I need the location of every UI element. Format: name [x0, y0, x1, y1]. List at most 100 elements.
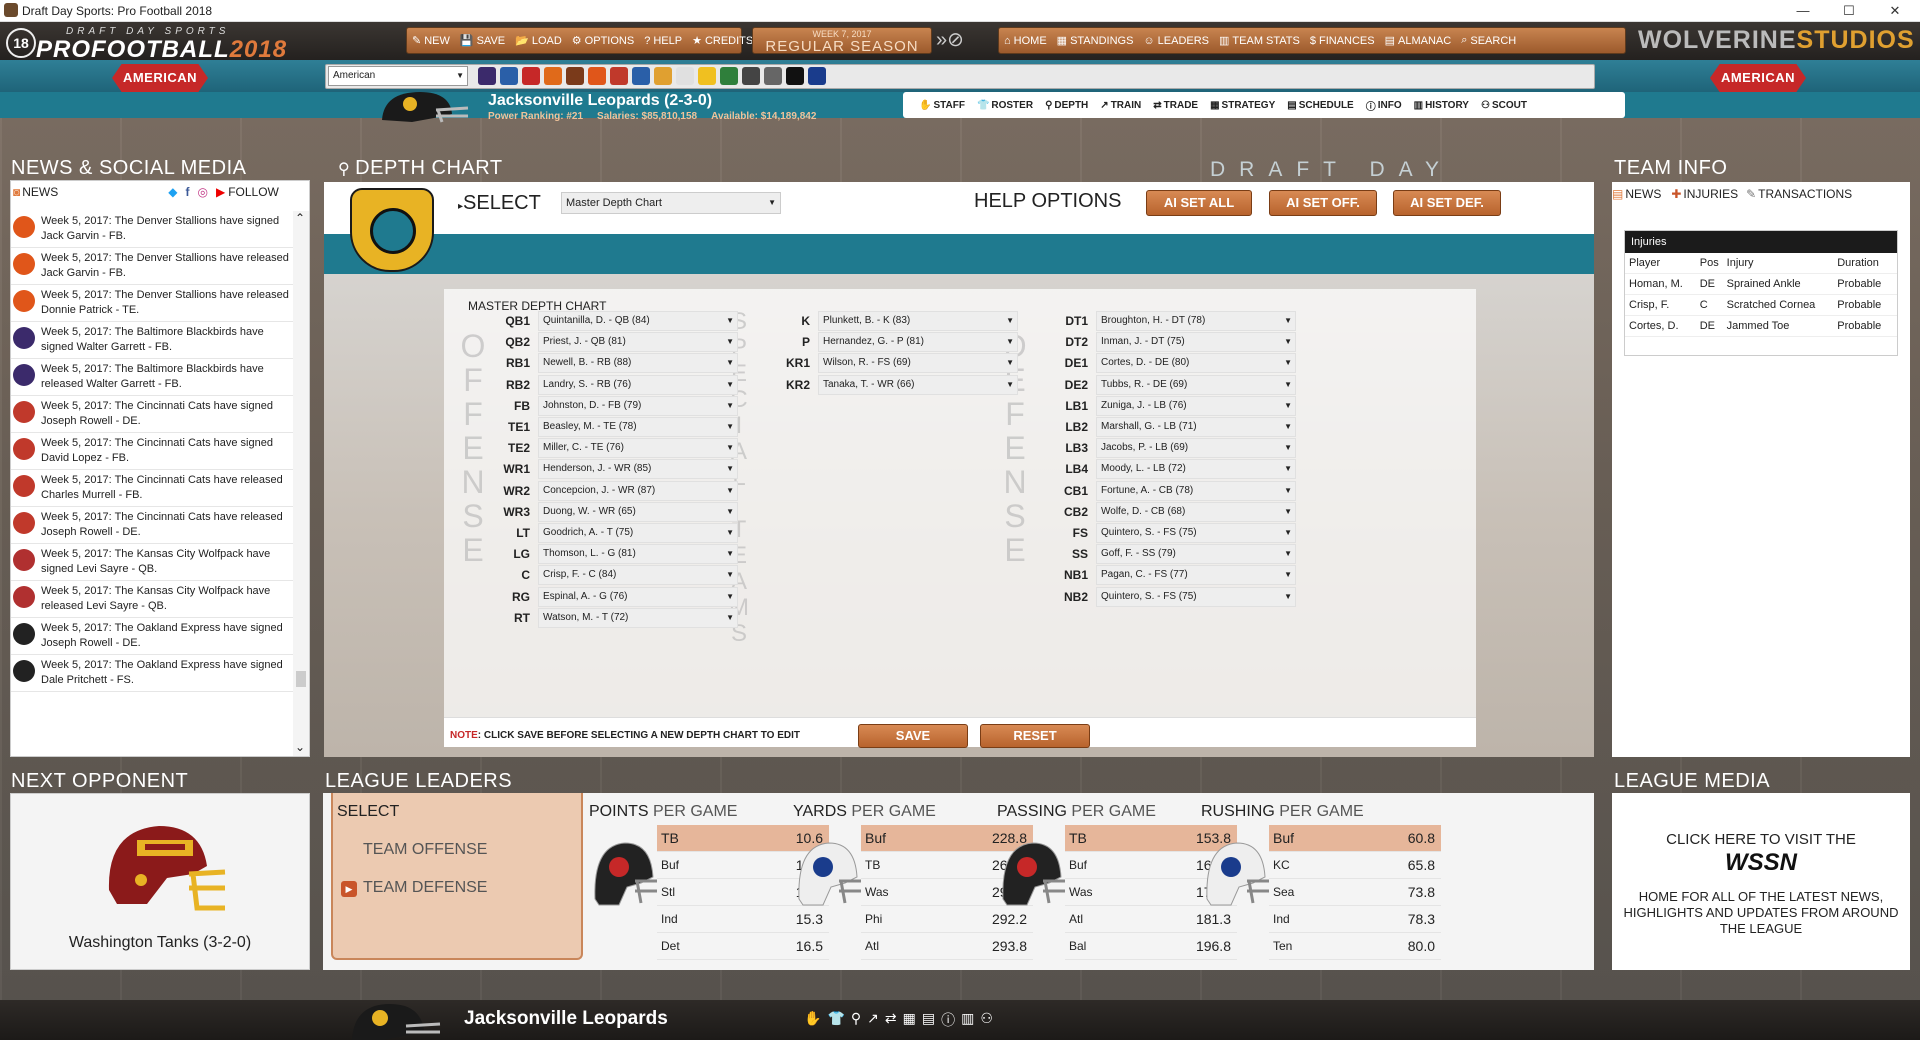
chevron-down-icon[interactable]: ▼ — [1284, 482, 1292, 500]
team-defense-option[interactable]: TEAM DEFENSE — [363, 879, 487, 897]
bottom-nav-trade-icon[interactable]: ⇄ — [885, 1010, 897, 1030]
player-select[interactable]: Watson, M. - T (72) ▼ — [538, 607, 738, 628]
chevron-down-icon[interactable]: ▼ — [1006, 376, 1014, 394]
player-select[interactable]: Cortes, D. - DE (80) ▼ — [1096, 353, 1296, 374]
news-item[interactable]: Week 5, 2017: The Cincinnati Cats have s… — [11, 433, 293, 470]
player-select[interactable]: Espinal, A. - G (76) ▼ — [538, 586, 738, 607]
league-media-panel[interactable]: CLICK HERE TO VISIT THE WSSN HOME FOR AL… — [1612, 793, 1910, 970]
player-select[interactable]: Marshall, G. - LB (71) ▼ — [1096, 417, 1296, 437]
news-item[interactable]: Week 5, 2017: The Denver Stallions have … — [11, 285, 293, 322]
ai-set-offense-button[interactable]: AI SET OFF. — [1269, 190, 1377, 216]
player-select[interactable]: Fortune, A. - CB (78) ▼ — [1096, 480, 1296, 501]
leader-row[interactable]: Buf 60.8 — [1269, 825, 1441, 852]
player-select[interactable]: Thomson, L. - G (81) ▼ — [538, 544, 738, 565]
facebook-icon[interactable]: f — [185, 185, 189, 199]
nav-finances-button[interactable]: $ FINANCES — [1305, 35, 1380, 47]
team-logo-icon[interactable] — [764, 67, 782, 85]
chevron-down-icon[interactable]: ▼ — [1284, 354, 1292, 372]
bottom-nav-depth-icon[interactable]: ⚲ — [851, 1010, 861, 1030]
chevron-down-icon[interactable]: ▼ — [1284, 397, 1292, 415]
team-logo-icon[interactable] — [808, 67, 826, 85]
chevron-down-icon[interactable]: ▼ — [726, 482, 734, 500]
leader-row[interactable]: Sea 73.8 — [1269, 879, 1441, 906]
chevron-down-icon[interactable]: ▼ — [1284, 312, 1292, 330]
menu-load-button[interactable]: 📂 LOAD — [510, 34, 567, 48]
menu-options-button[interactable]: ⚙ OPTIONS — [567, 34, 639, 48]
team-logo-icon[interactable] — [588, 67, 606, 85]
chevron-down-icon[interactable]: ▼ — [1284, 439, 1292, 457]
chevron-down-icon[interactable]: ▼ — [1284, 376, 1292, 394]
chevron-down-icon[interactable]: ▼ — [726, 376, 734, 394]
chevron-down-icon[interactable]: ▼ — [1284, 503, 1292, 521]
save-button[interactable]: SAVE — [858, 724, 968, 748]
player-select[interactable]: Wilson, R. - FS (69) ▼ — [818, 353, 1018, 374]
team-logo-icon[interactable] — [566, 67, 584, 85]
team-logo-icon[interactable] — [676, 67, 694, 85]
player-select[interactable]: Beasley, M. - TE (78) ▼ — [538, 417, 738, 437]
player-select[interactable]: Duong, W. - WR (65) ▼ — [538, 501, 738, 522]
chevron-down-icon[interactable]: ▼ — [726, 418, 734, 436]
chevron-down-icon[interactable]: ▼ — [726, 312, 734, 330]
nav-search-button[interactable]: ⌕ SEARCH — [1456, 34, 1521, 47]
player-select[interactable]: Plunkett, B. - K (83) ▼ — [818, 311, 1018, 331]
chevron-down-icon[interactable]: ▼ — [726, 566, 734, 584]
chevron-down-icon[interactable]: ▼ — [726, 503, 734, 521]
player-select[interactable]: Tubbs, R. - DE (69) ▼ — [1096, 374, 1296, 395]
news-item[interactable]: Week 5, 2017: The Kansas City Wolfpack h… — [11, 581, 293, 618]
next-opponent-panel[interactable]: Washington Tanks (3-2-0) — [10, 793, 310, 970]
chevron-down-icon[interactable]: ⌄ — [295, 740, 305, 754]
menu-save-button[interactable]: 💾 SAVE — [455, 34, 510, 48]
instagram-icon[interactable]: ◎ — [197, 185, 207, 199]
team-logo-icon[interactable] — [654, 67, 672, 85]
player-select[interactable]: Tanaka, T. - WR (66) ▼ — [818, 374, 1018, 395]
chevron-down-icon[interactable]: ▼ — [726, 439, 734, 457]
injury-row[interactable]: Cortes, D. DE Jammed Toe Probable — [1625, 316, 1897, 337]
chevron-down-icon[interactable]: ▼ — [726, 397, 734, 415]
leader-row[interactable]: Ten 80.0 — [1269, 933, 1441, 960]
bottom-nav-history-icon[interactable]: ▥ — [961, 1010, 974, 1030]
chevron-down-icon[interactable]: ▼ — [1006, 354, 1014, 372]
team-logo-icon[interactable] — [522, 67, 540, 85]
news-item[interactable]: Week 5, 2017: The Denver Stallions have … — [11, 248, 293, 285]
chevron-down-icon[interactable]: ▼ — [1284, 460, 1292, 478]
player-select[interactable]: Goff, F. - SS (79) ▼ — [1096, 544, 1296, 565]
bottom-nav-scout-icon[interactable]: ⚇ — [980, 1010, 993, 1030]
news-item[interactable]: Week 5, 2017: The Oakland Express have s… — [11, 655, 293, 692]
reset-button[interactable]: RESET — [980, 724, 1090, 748]
player-select[interactable]: Quintero, S. - FS (75) ▼ — [1096, 586, 1296, 607]
nav-standings-button[interactable]: ▦ STANDINGS — [1052, 34, 1139, 48]
player-select[interactable]: Johnston, D. - FB (79) ▼ — [538, 395, 738, 416]
bottom-nav-info-icon[interactable]: ⓘ — [941, 1010, 955, 1030]
injury-row[interactable]: Homan, M. DE Sprained Ankle Probable — [1625, 274, 1897, 295]
advance-icon[interactable]: »⊘ — [936, 30, 986, 52]
leader-row[interactable]: KC 65.8 — [1269, 852, 1441, 879]
bottom-nav-staff-icon[interactable]: ✋ — [804, 1010, 821, 1030]
news-item[interactable]: Week 5, 2017: The Baltimore Blackbirds h… — [11, 359, 293, 396]
news-item[interactable]: Week 5, 2017: The Baltimore Blackbirds h… — [11, 322, 293, 359]
player-select[interactable]: Quintero, S. - FS (75) ▼ — [1096, 523, 1296, 543]
news-scrollbar[interactable]: ⌃ ⌄ — [293, 211, 309, 756]
player-select[interactable]: Zuniga, J. - LB (76) ▼ — [1096, 395, 1296, 416]
ai-set-all-button[interactable]: AI SET ALL — [1146, 190, 1252, 216]
injury-row[interactable]: Crisp, F. C Scratched Cornea Probable — [1625, 295, 1897, 316]
nav-almanac-button[interactable]: ▤ ALMANAC — [1380, 34, 1457, 48]
team-info-tab-injuries[interactable]: INJURIES — [1683, 187, 1738, 201]
chevron-down-icon[interactable]: ▼ — [1284, 545, 1292, 563]
team-info-tab-transactions[interactable]: TRANSACTIONS — [1758, 187, 1852, 201]
team-nav-trade[interactable]: ⇄ TRADE — [1147, 100, 1204, 111]
chevron-down-icon[interactable]: ▼ — [726, 588, 734, 606]
menu-credits-button[interactable]: ★ CREDITS — [687, 34, 758, 48]
team-logo-icon[interactable] — [720, 67, 738, 85]
ai-set-defense-button[interactable]: AI SET DEF. — [1393, 190, 1501, 216]
bottom-nav-roster-icon[interactable]: 👕 — [827, 1010, 844, 1030]
bottom-nav-schedule-icon[interactable]: ▤ — [922, 1010, 935, 1030]
player-select[interactable]: Jacobs, P. - LB (69) ▼ — [1096, 438, 1296, 459]
menu-help-button[interactable]: ? HELP — [639, 35, 687, 47]
team-nav-strategy[interactable]: ▦ STRATEGY — [1204, 100, 1281, 111]
player-select[interactable]: Wolfe, D. - CB (68) ▼ — [1096, 501, 1296, 522]
team-logo-icon[interactable] — [742, 67, 760, 85]
player-select[interactable]: Henderson, J. - WR (85) ▼ — [538, 459, 738, 480]
follow-label[interactable]: FOLLOW — [228, 185, 279, 199]
nav-leaders-button[interactable]: ☺ LEADERS — [1138, 35, 1214, 47]
conference-select[interactable]: American ▼ — [328, 66, 468, 86]
